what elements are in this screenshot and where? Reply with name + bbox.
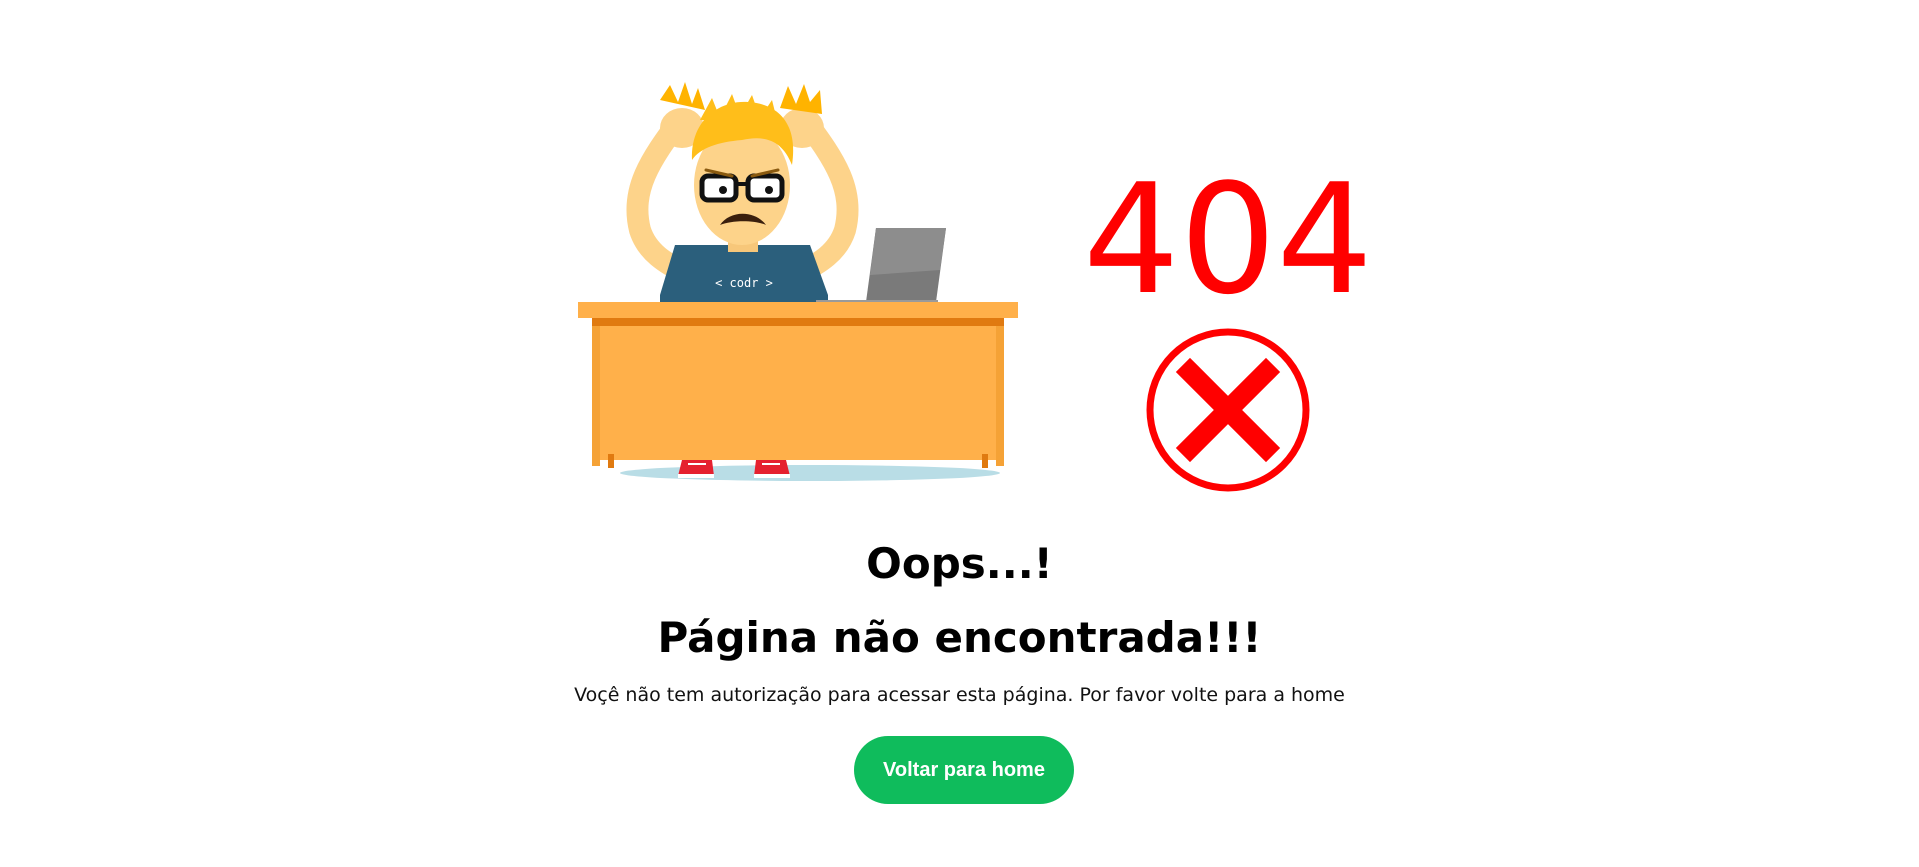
oops-heading: Oops...! [866,539,1053,588]
coder-character: < codr > [626,82,859,305]
not-found-page: < codr > 404 Oops...! Página não encontr… [0,0,1919,867]
page-not-found-heading: Página não encontrada!!! [657,613,1262,662]
shirt-text: < codr > [715,276,773,290]
desk-illustration [578,302,1018,468]
frustrated-coder-illustration: < codr > 404 [570,80,1370,500]
floor-shadow [620,465,1000,481]
error-code-404: 404 [1083,151,1370,328]
back-to-home-button[interactable]: Voltar para home [854,736,1074,804]
error-x-icon [1146,328,1310,492]
unauthorized-description: Voçê não tem autorização para acessar es… [574,684,1345,706]
